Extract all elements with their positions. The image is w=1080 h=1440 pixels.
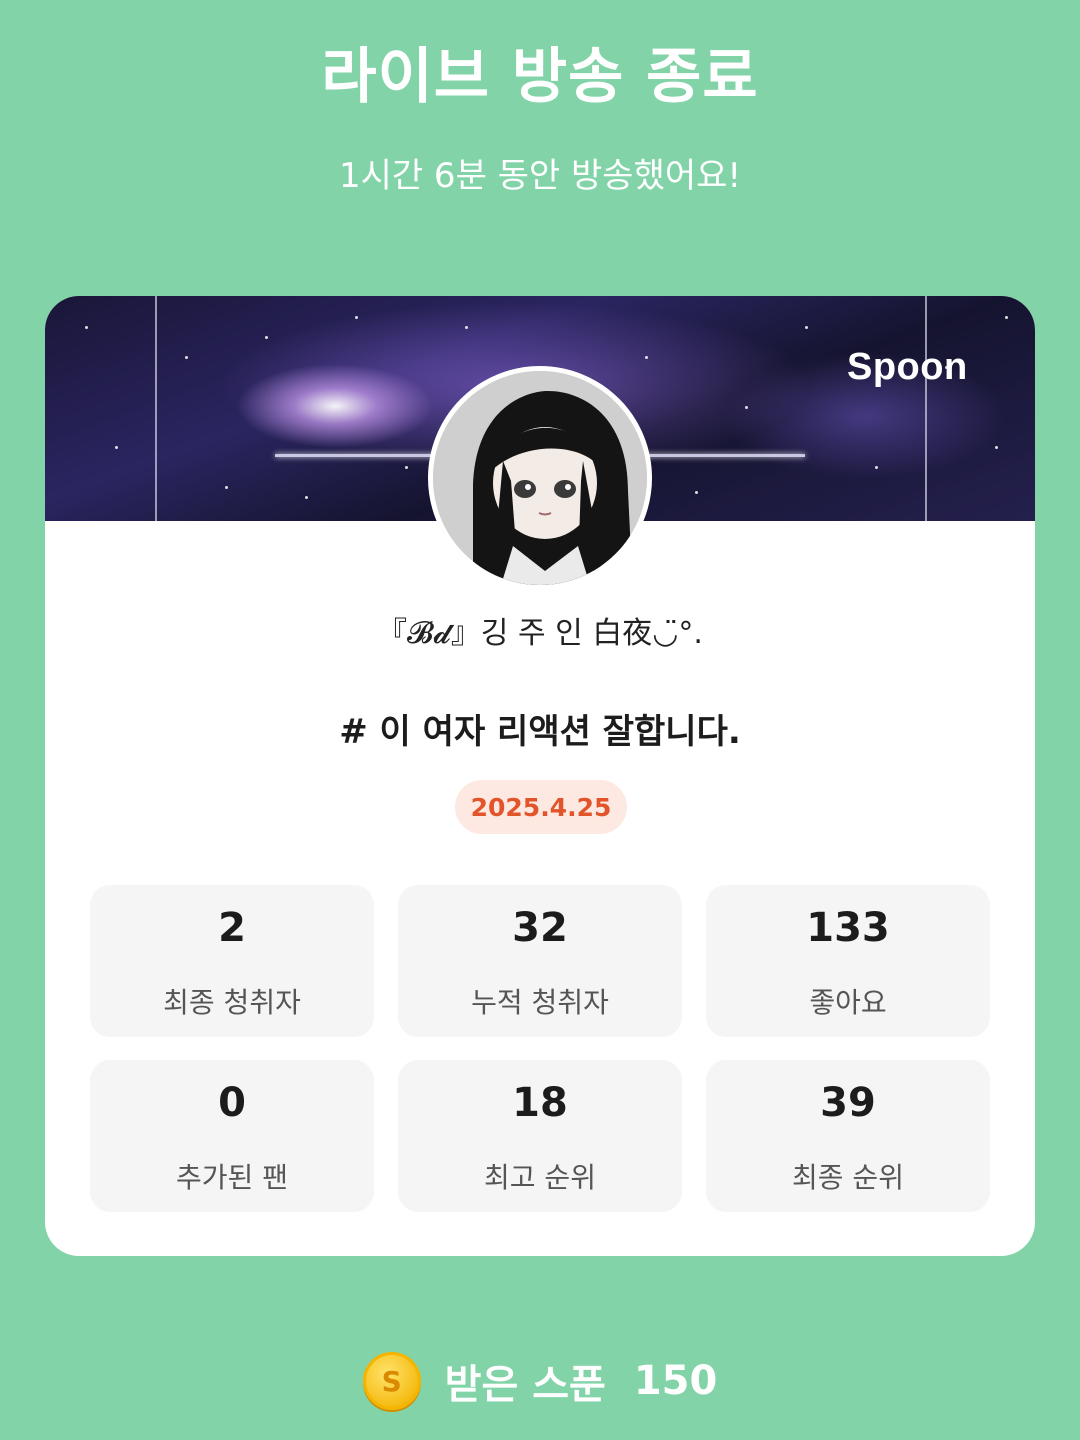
stat-label: 누적 청취자: [471, 986, 609, 1019]
received-spoons-label: 받은 스푼: [444, 1362, 606, 1408]
stat-value: 18: [512, 1080, 568, 1126]
stat-value: 2: [218, 905, 246, 951]
spoon-logo: Spoon: [847, 346, 968, 388]
stat-highest-rank: 18 최고 순위: [398, 1060, 682, 1212]
broadcast-date-badge: 2025.4.25: [455, 780, 627, 834]
stat-label: 최종 청취자: [163, 986, 301, 1019]
stat-likes: 133 좋아요: [706, 885, 990, 1037]
stat-value: 32: [512, 905, 568, 951]
stat-value: 39: [820, 1080, 876, 1126]
page-title: 라이브 방송 종료: [321, 42, 759, 112]
received-spoons-count: 150: [633, 1358, 718, 1404]
stat-label: 좋아요: [809, 986, 887, 1019]
stat-label: 최고 순위: [484, 1161, 596, 1194]
summary-card: Spoon 『𝓑𝓭』깅 주 인 白夜◡̈°. # 이 여자 리액션 잘합니다. …: [45, 296, 1035, 1256]
avatar-illustration: [433, 371, 647, 585]
stat-label: 추가된 팬: [176, 1161, 288, 1194]
stat-final-rank: 39 최종 순위: [706, 1060, 990, 1212]
stat-final-listeners: 2 최종 청취자: [90, 885, 374, 1037]
broadcast-duration-text: 1시간 6분 동안 방송했어요!: [338, 156, 742, 196]
broadcast-title: # 이 여자 리액션 잘합니다.: [339, 712, 741, 752]
avatar: [428, 366, 652, 590]
received-spoons: S 받은 스푼 150: [0, 1352, 1080, 1410]
user-nickname: 『𝓑𝓭』깅 주 인 白夜◡̈°.: [377, 616, 703, 651]
stat-value: 0: [218, 1080, 246, 1126]
stat-value: 133: [806, 905, 890, 951]
stat-added-fans: 0 추가된 팬: [90, 1060, 374, 1212]
spoon-coin-icon: S: [362, 1352, 421, 1410]
broadcast-end-screen: 라이브 방송 종료 1시간 6분 동안 방송했어요! Spoon 『𝓑𝓭』깅 주…: [0, 0, 1080, 1440]
stat-cumulative-listeners: 32 누적 청취자: [398, 885, 682, 1037]
stat-label: 최종 순위: [792, 1161, 904, 1194]
